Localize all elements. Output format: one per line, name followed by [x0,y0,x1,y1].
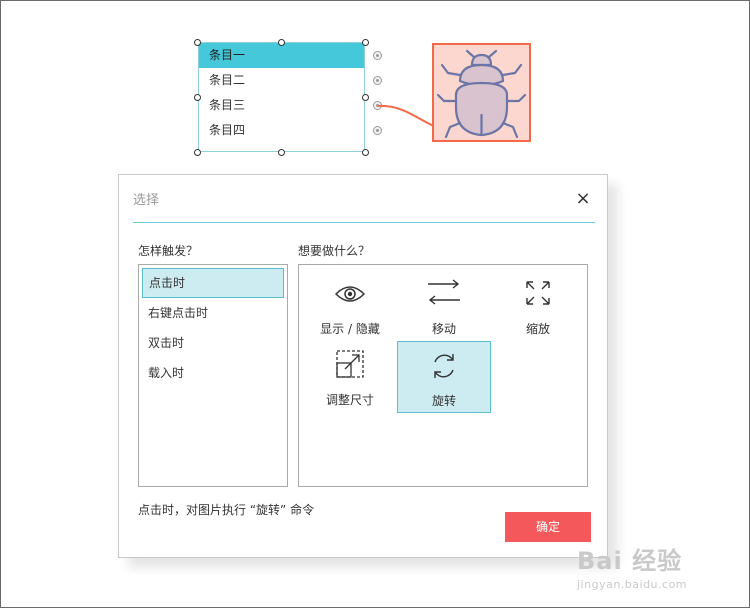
action-zoom[interactable]: 缩放 [491,269,585,341]
resize-icon [336,350,364,378]
rotate-icon [434,354,454,378]
list-item[interactable]: 条目二 [199,68,364,93]
resize-handle-mr[interactable] [362,94,369,101]
row-connector-dot[interactable] [373,51,382,60]
bug-image[interactable] [432,43,531,142]
action-show-hide[interactable]: 显示 / 隐藏 [303,269,397,341]
close-icon: × [575,188,591,209]
resize-handle-tr[interactable] [362,39,369,46]
row-connector-dot[interactable] [373,76,382,85]
action-summary: 点击时，对图片执行 “旋转” 命令 [138,503,315,517]
action-grid: 显示 / 隐藏 移动 缩放 调整尺寸 旋转 [298,264,588,487]
watermark-url: jingyan.baidu.com [577,578,688,591]
list-item[interactable]: 条目三 [199,93,364,118]
eye-icon [334,286,366,302]
resize-handle-br[interactable] [362,149,369,156]
trigger-list: 点击时 右键点击时 双击时 载入时 [138,264,288,487]
bug-icon [436,49,527,139]
resize-handle-tm[interactable] [278,39,285,46]
expand-icon [526,281,550,305]
resize-handle-bl[interactable] [194,149,201,156]
watermark-logo: Bai 经验 [577,547,683,575]
close-button[interactable]: × [573,189,593,209]
list-widget[interactable]: 条目一 条目二 条目三 条目四 [198,42,365,152]
trigger-item-right-click[interactable]: 右键点击时 [142,298,284,328]
list-item[interactable]: 条目四 [199,118,364,143]
trigger-item-click[interactable]: 点击时 [142,268,284,298]
move-arrows-icon [428,279,460,305]
trigger-item-load[interactable]: 载入时 [142,358,284,388]
action-label: 显示 / 隐藏 [320,322,380,336]
trigger-item-double-click[interactable]: 双击时 [142,328,284,358]
action-label: 缩放 [525,322,550,336]
action-label: 旋转 [431,394,456,408]
action-resize[interactable]: 调整尺寸 [303,341,397,413]
resize-handle-ml[interactable] [194,94,201,101]
list-item[interactable]: 条目一 [199,43,364,68]
resize-handle-tl[interactable] [194,39,201,46]
trigger-section-label: 怎样触发？ [138,244,199,258]
title-divider [133,222,595,223]
action-label: 移动 [431,322,456,336]
watermark: Bai 经验 jingyan.baidu.com [577,541,747,601]
action-section-label: 想要做什么？ [298,244,371,258]
action-rotate[interactable]: 旋转 [397,341,491,413]
resize-handle-bm[interactable] [278,149,285,156]
action-move[interactable]: 移动 [397,269,491,341]
dialog-title: 选择 [133,193,160,208]
ok-button[interactable]: 确定 [505,512,591,542]
action-label: 调整尺寸 [325,393,374,407]
select-dialog: 选择 × 怎样触发？ 想要做什么？ 点击时 右键点击时 双击时 载入时 显示 /… [118,174,608,558]
